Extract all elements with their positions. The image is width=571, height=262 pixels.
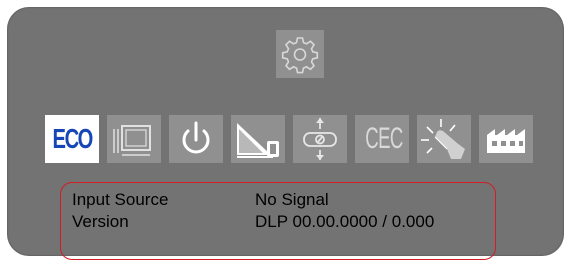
eco-icon: ECO [52, 123, 94, 154]
menu-item-cec[interactable]: CEC [355, 115, 409, 163]
osd-menu-panel: ECO CEC Input Source No Signal Version D… [7, 7, 564, 260]
version-label: Version [72, 212, 129, 231]
lens-shift-icon [303, 118, 337, 160]
menu-item-screen[interactable] [107, 115, 161, 163]
touch-light-icon [421, 119, 465, 159]
screen-aspect-icon [113, 125, 151, 156]
menu-item-lens-shift[interactable] [293, 115, 347, 163]
settings-header [276, 30, 324, 78]
gear-icon [281, 37, 319, 74]
menu-item-factory[interactable] [479, 115, 533, 163]
input-source-value: No Signal [255, 190, 329, 209]
menu-item-eco[interactable]: ECO [45, 115, 99, 163]
projection-angle-icon [237, 123, 279, 158]
version-value: DLP 00.00.0000 / 0.000 [255, 212, 435, 231]
input-source-label: Input Source [72, 190, 169, 209]
cec-icon: CEC [365, 122, 403, 155]
menu-item-projection[interactable] [231, 115, 285, 163]
menu-item-touch-light[interactable] [417, 115, 471, 163]
menu-item-power[interactable] [169, 115, 223, 163]
factory-reset-icon [487, 129, 525, 153]
power-icon [182, 121, 210, 154]
